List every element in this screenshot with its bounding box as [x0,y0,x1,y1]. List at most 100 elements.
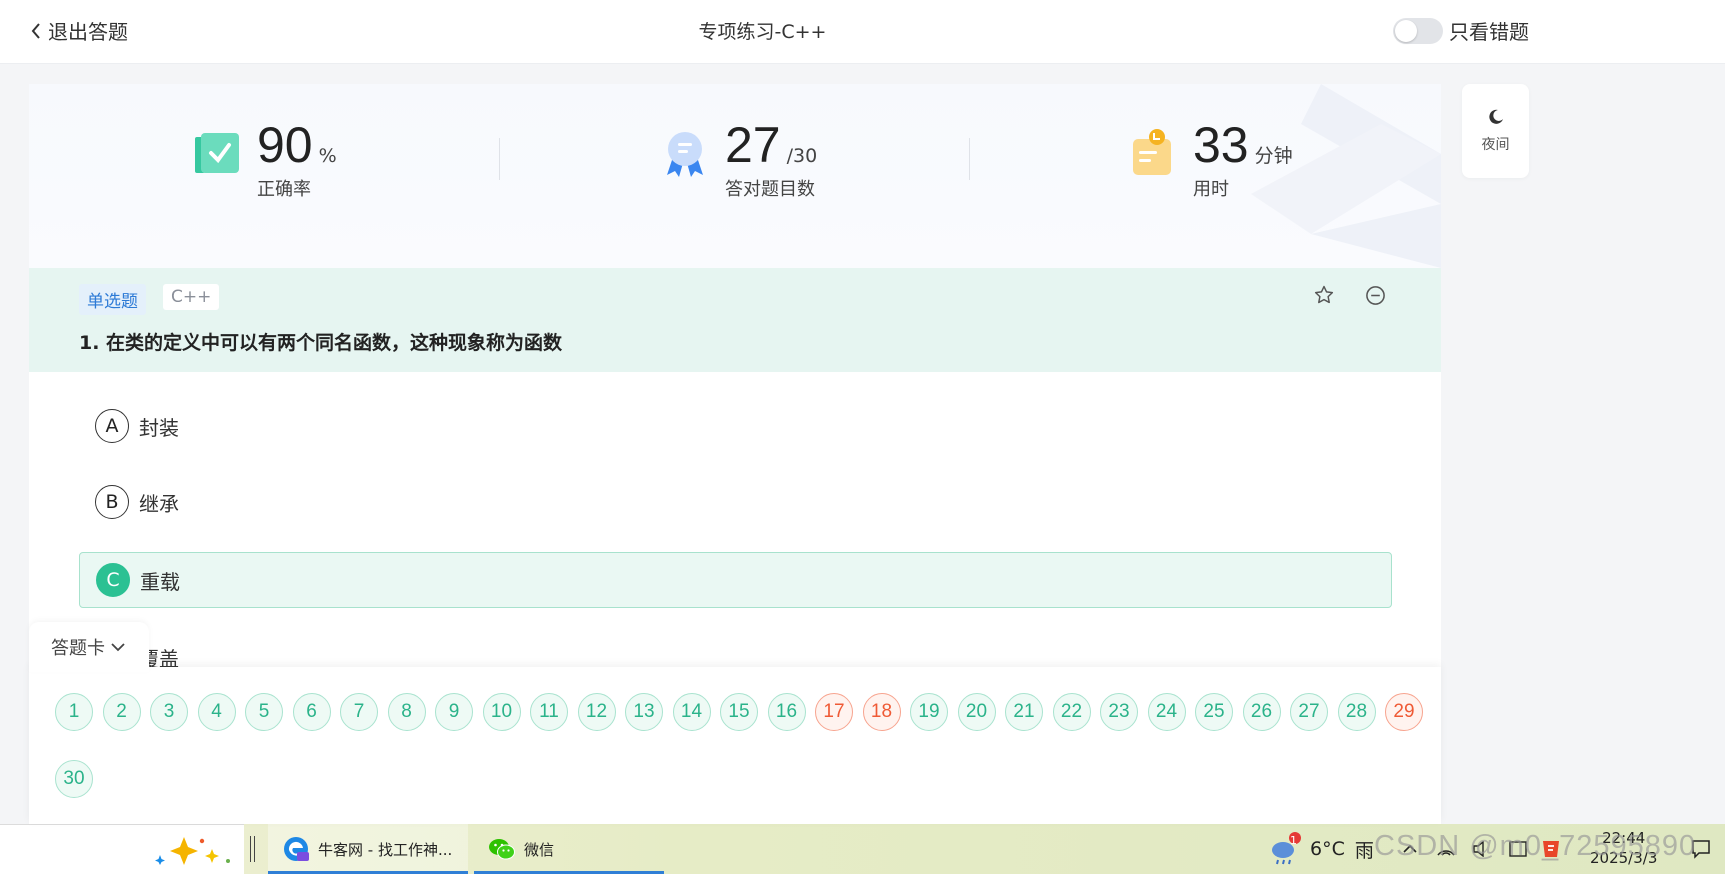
accuracy-label: 正确率 [257,179,311,200]
option-text: 封装 [139,415,179,440]
stat-divider [499,138,500,180]
option-a[interactable]: A 封装 [79,398,1392,454]
remove-circle-icon[interactable] [1365,285,1386,306]
language-tag: C++ [163,284,220,310]
answer-number[interactable]: 27 [1290,693,1328,731]
answer-number[interactable]: 8 [387,693,426,731]
answer-number-grid: 1 2 3 4 5 6 7 8 9 10 11 12 13 14 15 16 17 18 19 20 21 22 23 24 2… [55,693,1435,827]
answer-number[interactable]: 15 [720,693,758,731]
night-mode-label: 夜间 [1481,137,1510,153]
question-text: 1. 在类的定义中可以有两个同名函数，这种现象称为函数 [79,332,563,354]
accuracy-value: 90 [257,117,313,173]
system-clock[interactable]: 22:44 2025/3/3 [1590,828,1657,868]
notification-icon[interactable] [1690,838,1712,860]
star-icon[interactable] [1313,284,1335,306]
answer-number[interactable]: 4 [197,693,236,731]
timer-note-icon [1133,129,1171,175]
answer-number[interactable]: 13 [625,693,663,731]
option-c-selected[interactable]: C 重载 [79,552,1392,608]
time-value: 33 [1193,117,1249,173]
answer-number[interactable]: 6 [292,693,331,731]
answer-number[interactable]: 9 [435,693,473,731]
chevron-down-icon [111,643,125,652]
answer-number[interactable]: 14 [672,693,711,731]
time-unit: 分钟 [1254,145,1293,167]
option-text: 继承 [139,491,179,516]
wifi-icon[interactable] [1436,841,1456,857]
weather-temp: 6°C [1310,838,1345,860]
weather-condition: 雨 [1354,839,1374,862]
taskbar-app-browser[interactable]: 牛客网 - 找工作神... [268,824,468,874]
edge-browser-icon [284,837,309,861]
time-stat: 33 分钟 用时 [1127,117,1293,201]
chevron-up-icon[interactable] [1402,843,1418,855]
accuracy-stat: 90% 正确率 [191,117,337,201]
option-b[interactable]: B 继承 [79,474,1392,530]
answer-number[interactable]: 19 [910,693,948,731]
answer-number-wrong[interactable]: 29 [1385,693,1423,731]
clock-date: 2025/3/3 [1590,849,1658,867]
answer-number[interactable]: 7 [340,693,378,731]
answer-number[interactable]: 30 [55,760,93,798]
option-letter: C [96,563,130,597]
correct-count-label: 答对题目数 [725,179,815,200]
system-tray [1402,824,1562,874]
taskbar-app-label: 微信 [524,840,555,859]
answer-number[interactable]: 5 [245,693,283,731]
answer-number[interactable]: 25 [1195,693,1233,731]
taskbar-separator [250,836,255,862]
taskbar: 牛客网 - 找工作神... 微信 1 6°C 雨 22:44 2025/3/3 [0,824,1725,874]
checkbook-icon [195,133,239,173]
app-tray-icon[interactable] [1540,838,1562,860]
answer-number[interactable]: 1 [55,693,93,731]
top-bar: 退出答题 专项练习-C++ 只看错题 [0,0,1725,64]
answer-number[interactable]: 12 [577,693,616,731]
page-title: 专项练习-C++ [698,21,827,43]
stats-panel: 90% 正确率 27/30 答对题目数 33 分钟 用时 [29,84,1441,268]
option-text: 重载 [140,569,180,594]
question-type-tag: 单选题 [79,284,146,315]
accuracy-unit: % [318,145,337,167]
answer-number[interactable]: 3 [150,693,188,731]
weather-alert-badge: 1 [1290,834,1297,847]
answer-number[interactable]: 26 [1242,693,1281,731]
option-letter: B [95,485,129,519]
wrong-only-label: 只看错题 [1449,20,1529,44]
answer-card-toggle[interactable]: 答题卡 [29,622,149,672]
answer-card-panel: 1 2 3 4 5 6 7 8 9 10 11 12 13 14 15 16 17 18 19 20 21 22 23 24 2… [29,667,1441,824]
taskbar-app-label: 牛客网 - 找工作神... [318,840,453,859]
weather-widget[interactable]: 1 6°C 雨 [1268,824,1374,874]
answer-number[interactable]: 20 [957,693,996,731]
answer-card-label: 答题卡 [51,638,105,659]
stat-divider [969,138,970,180]
correct-count-stat: 27/30 答对题目数 [659,117,817,201]
answer-number[interactable]: 24 [1147,693,1186,731]
answer-number[interactable]: 22 [1052,693,1091,731]
taskbar-app-wechat[interactable]: 微信 [474,824,664,874]
correct-count-total: /30 [786,145,818,167]
time-label: 用时 [1193,179,1229,200]
medal-icon [667,132,703,177]
moon-icon [1488,109,1503,124]
clock-time: 22:44 [1602,829,1646,847]
taskbar-search-box[interactable] [0,824,244,874]
question-header: 单选题 C++ 1. 在类的定义中可以有两个同名函数，这种现象称为函数 [29,268,1441,372]
answer-number[interactable]: 23 [1100,693,1138,731]
night-mode-button[interactable]: 夜间 [1462,84,1529,178]
input-method-icon[interactable] [1508,840,1528,858]
answer-number[interactable]: 21 [1005,693,1043,731]
volume-icon[interactable] [1472,841,1492,857]
answer-number[interactable]: 10 [482,693,521,731]
copilot-sparkle-icon [155,837,230,865]
answer-number[interactable]: 2 [102,693,141,731]
answer-number[interactable]: 11 [530,693,568,731]
option-letter: A [95,409,129,443]
correct-count-value: 27 [725,117,781,173]
answer-number-wrong[interactable]: 18 [862,693,901,731]
wechat-icon [489,839,515,860]
answer-number[interactable]: 16 [767,693,806,731]
answer-number-wrong[interactable]: 17 [815,693,853,731]
wrong-only-toggle[interactable] [1393,17,1443,44]
wrong-only-toggle-group: 只看错题 [1393,16,1529,45]
answer-number[interactable]: 28 [1337,693,1376,731]
